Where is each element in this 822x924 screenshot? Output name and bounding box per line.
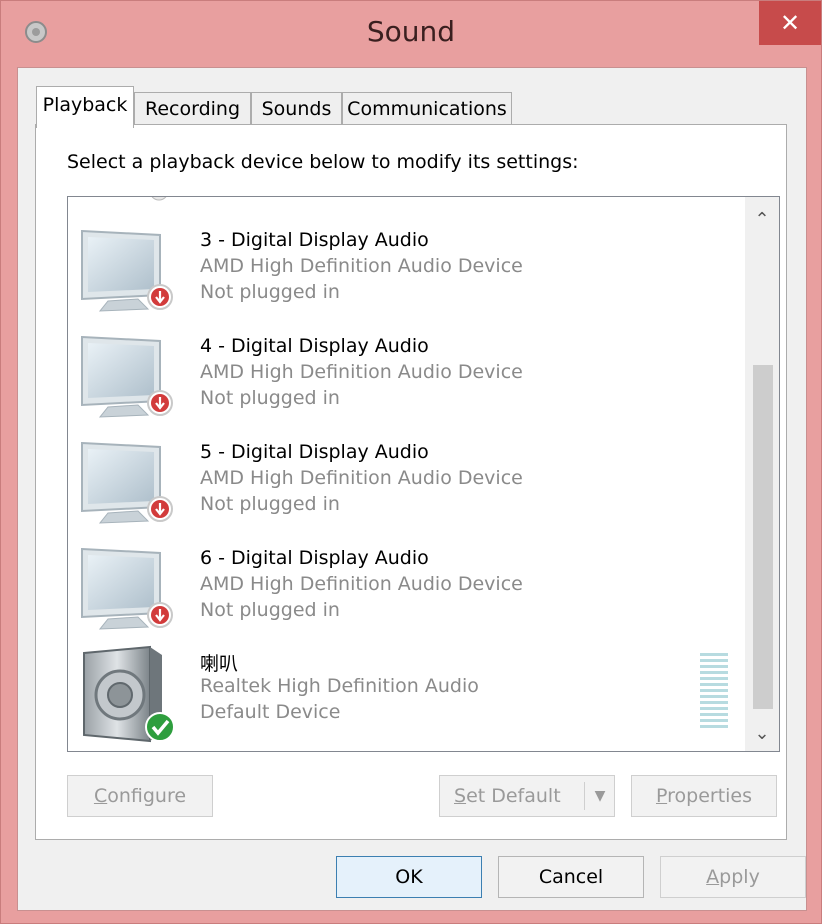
list-item-device-6[interactable]: 6 - Digital Display Audio AMD High Defin…: [74, 539, 734, 643]
scroll-down-icon[interactable]: ⌄: [745, 717, 779, 751]
device-name: 喇叭: [200, 653, 239, 675]
list-item-device-5[interactable]: 5 - Digital Display Audio AMD High Defin…: [74, 433, 734, 537]
device-name: 3 - Digital Display Audio: [200, 229, 429, 251]
scroll-thumb[interactable]: [753, 365, 773, 709]
tab-playback[interactable]: Playback: [36, 86, 134, 128]
cancel-button[interactable]: Cancel: [498, 856, 644, 898]
device-name: 6 - Digital Display Audio: [200, 547, 429, 569]
device-status: Not plugged in: [200, 493, 340, 515]
monitor-icon: [81, 335, 173, 418]
device-description: AMD High Definition Audio Device: [200, 361, 523, 383]
monitor-icon: [81, 441, 173, 524]
close-button[interactable]: ✕: [759, 1, 821, 45]
scroll-up-icon[interactable]: ⌃: [745, 203, 779, 237]
playback-panel: Select a playback device below to modify…: [35, 124, 787, 840]
apply-button[interactable]: Apply: [660, 856, 806, 898]
device-description: AMD High Definition Audio Device: [200, 467, 523, 489]
list-item-device-4[interactable]: 4 - Digital Display Audio AMD High Defin…: [74, 327, 734, 431]
volume-level-meter: [700, 653, 728, 728]
monitor-icon: [81, 229, 173, 312]
set-default-dropdown-icon[interactable]: ▼: [585, 778, 615, 814]
speaker-icon: [83, 645, 175, 743]
device-description: AMD High Definition Audio Device: [200, 573, 523, 595]
list-item-speaker[interactable]: 喇叭 Realtek High Definition Audio Default…: [74, 641, 734, 745]
window-title: Sound: [366, 15, 456, 48]
list-item-device-3[interactable]: 3 - Digital Display Audio AMD High Defin…: [74, 221, 734, 325]
device-status: Not plugged in: [200, 387, 340, 409]
device-status: Not plugged in: [200, 281, 340, 303]
dialog-client-area: Playback Recording Sounds Communications…: [17, 67, 807, 911]
tab-communications[interactable]: Communications: [342, 92, 512, 126]
configure-button[interactable]: Configure: [67, 775, 213, 817]
properties-button[interactable]: Properties: [631, 775, 777, 817]
device-description: AMD High Definition Audio Device: [200, 255, 523, 277]
tab-recording[interactable]: Recording: [134, 92, 251, 126]
ok-button[interactable]: OK: [336, 856, 482, 898]
monitor-icon: [81, 547, 173, 630]
set-default-label: Set Default: [454, 785, 561, 807]
set-default-button[interactable]: Set Default ▼: [439, 775, 615, 817]
sound-dialog: Sound ✕ Playback Recording Sounds Commun…: [0, 0, 822, 924]
device-status: Default Device: [200, 701, 341, 723]
device-name: 4 - Digital Display Audio: [200, 335, 429, 357]
device-status: Not plugged in: [200, 599, 340, 621]
device-list-scrollbar[interactable]: ⌃ ⌄: [745, 197, 779, 751]
tab-sounds[interactable]: Sounds: [251, 92, 342, 126]
device-name: 5 - Digital Display Audio: [200, 441, 429, 463]
device-description: Realtek High Definition Audio: [200, 675, 479, 697]
title-bar[interactable]: Sound ✕: [1, 1, 821, 67]
partial-device-badge-icon: [151, 197, 167, 201]
device-list[interactable]: 3 - Digital Display Audio AMD High Defin…: [67, 196, 780, 752]
instruction-text: Select a playback device below to modify…: [67, 151, 579, 173]
